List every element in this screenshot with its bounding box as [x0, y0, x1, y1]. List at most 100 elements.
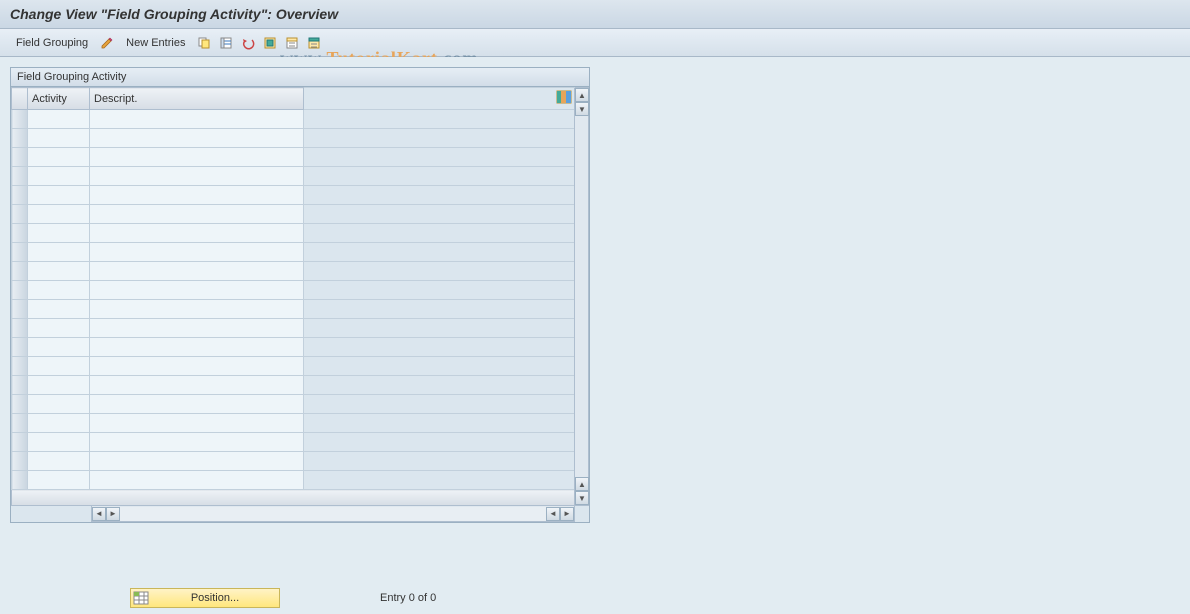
row-selector[interactable] [12, 243, 28, 262]
cell-description[interactable] [90, 129, 304, 148]
cell-activity[interactable] [28, 110, 90, 129]
table-row[interactable] [12, 243, 589, 262]
row-selector[interactable] [12, 414, 28, 433]
cell-description[interactable] [90, 395, 304, 414]
new-entries-button[interactable]: New Entries [120, 35, 191, 51]
table-row[interactable] [12, 110, 589, 129]
column-header-description[interactable]: Descript. [90, 88, 304, 110]
table-row[interactable] [12, 186, 589, 205]
cell-activity[interactable] [28, 281, 90, 300]
cell-activity[interactable] [28, 433, 90, 452]
cell-activity[interactable] [28, 262, 90, 281]
table-row[interactable] [12, 471, 589, 490]
scroll-up-bottom-icon[interactable]: ▲ [575, 477, 589, 491]
select-block-icon[interactable] [261, 34, 279, 52]
row-selector[interactable] [12, 167, 28, 186]
scroll-left-right-icon[interactable]: ◄ [546, 507, 560, 521]
table-row[interactable] [12, 300, 589, 319]
cell-description[interactable] [90, 471, 304, 490]
table-row[interactable] [12, 167, 589, 186]
table-row[interactable] [12, 262, 589, 281]
cell-description[interactable] [90, 205, 304, 224]
row-selector[interactable] [12, 357, 28, 376]
cell-description[interactable] [90, 300, 304, 319]
select-all-header[interactable] [12, 88, 28, 110]
cell-description[interactable] [90, 357, 304, 376]
cell-activity[interactable] [28, 395, 90, 414]
table-row[interactable] [12, 452, 589, 471]
cell-description[interactable] [90, 148, 304, 167]
row-selector[interactable] [12, 205, 28, 224]
cell-description[interactable] [90, 281, 304, 300]
scroll-down-top-icon[interactable]: ▼ [575, 102, 589, 116]
copy-icon[interactable] [195, 34, 213, 52]
row-selector[interactable] [12, 281, 28, 300]
cell-description[interactable] [90, 414, 304, 433]
cell-description[interactable] [90, 376, 304, 395]
table-row[interactable] [12, 319, 589, 338]
cell-activity[interactable] [28, 357, 90, 376]
cell-activity[interactable] [28, 319, 90, 338]
table-row[interactable] [12, 205, 589, 224]
cell-activity[interactable] [28, 243, 90, 262]
horizontal-scrollbar[interactable]: ◄ ► ◄ ► [91, 506, 575, 522]
undo-icon[interactable] [239, 34, 257, 52]
vertical-scrollbar[interactable]: ▲ ▼ ▲ ▼ [574, 88, 588, 505]
pencil-icon[interactable] [98, 34, 116, 52]
table-config-icon[interactable] [556, 90, 572, 104]
deselect-block-icon[interactable] [283, 34, 301, 52]
cell-activity[interactable] [28, 186, 90, 205]
cell-activity[interactable] [28, 471, 90, 490]
position-button[interactable]: Position... [130, 588, 280, 608]
table-row[interactable] [12, 338, 589, 357]
table-row[interactable] [12, 395, 589, 414]
row-selector[interactable] [12, 338, 28, 357]
cell-activity[interactable] [28, 224, 90, 243]
cell-activity[interactable] [28, 205, 90, 224]
row-selector[interactable] [12, 471, 28, 490]
row-selector[interactable] [12, 129, 28, 148]
table-row[interactable] [12, 357, 589, 376]
table-row[interactable] [12, 148, 589, 167]
row-selector[interactable] [12, 262, 28, 281]
row-selector[interactable] [12, 452, 28, 471]
cell-description[interactable] [90, 433, 304, 452]
delimit-icon[interactable] [305, 34, 323, 52]
cell-activity[interactable] [28, 148, 90, 167]
cell-activity[interactable] [28, 300, 90, 319]
cell-description[interactable] [90, 186, 304, 205]
table-row[interactable] [12, 414, 589, 433]
scroll-down-icon[interactable]: ▼ [575, 491, 589, 505]
cell-activity[interactable] [28, 129, 90, 148]
row-selector[interactable] [12, 319, 28, 338]
hscroll-track[interactable] [120, 507, 546, 521]
row-selector[interactable] [12, 148, 28, 167]
scroll-right-icon[interactable]: ► [560, 507, 574, 521]
cell-activity[interactable] [28, 376, 90, 395]
cell-description[interactable] [90, 319, 304, 338]
table-row[interactable] [12, 281, 589, 300]
table-row[interactable] [12, 433, 589, 452]
cell-description[interactable] [90, 224, 304, 243]
table-row[interactable] [12, 129, 589, 148]
cell-description[interactable] [90, 243, 304, 262]
row-selector[interactable] [12, 224, 28, 243]
cell-activity[interactable] [28, 167, 90, 186]
field-grouping-button[interactable]: Field Grouping [10, 35, 94, 51]
scroll-right-left-icon[interactable]: ► [106, 507, 120, 521]
row-selector[interactable] [12, 110, 28, 129]
cell-description[interactable] [90, 167, 304, 186]
cell-activity[interactable] [28, 414, 90, 433]
scroll-left-icon[interactable]: ◄ [92, 507, 106, 521]
table-row[interactable] [12, 224, 589, 243]
row-selector[interactable] [12, 395, 28, 414]
cell-description[interactable] [90, 338, 304, 357]
cell-activity[interactable] [28, 452, 90, 471]
row-selector[interactable] [12, 300, 28, 319]
row-selector[interactable] [12, 433, 28, 452]
column-header-activity[interactable]: Activity [28, 88, 90, 110]
row-selector[interactable] [12, 376, 28, 395]
scroll-up-icon[interactable]: ▲ [575, 88, 589, 102]
cell-description[interactable] [90, 110, 304, 129]
row-selector[interactable] [12, 186, 28, 205]
